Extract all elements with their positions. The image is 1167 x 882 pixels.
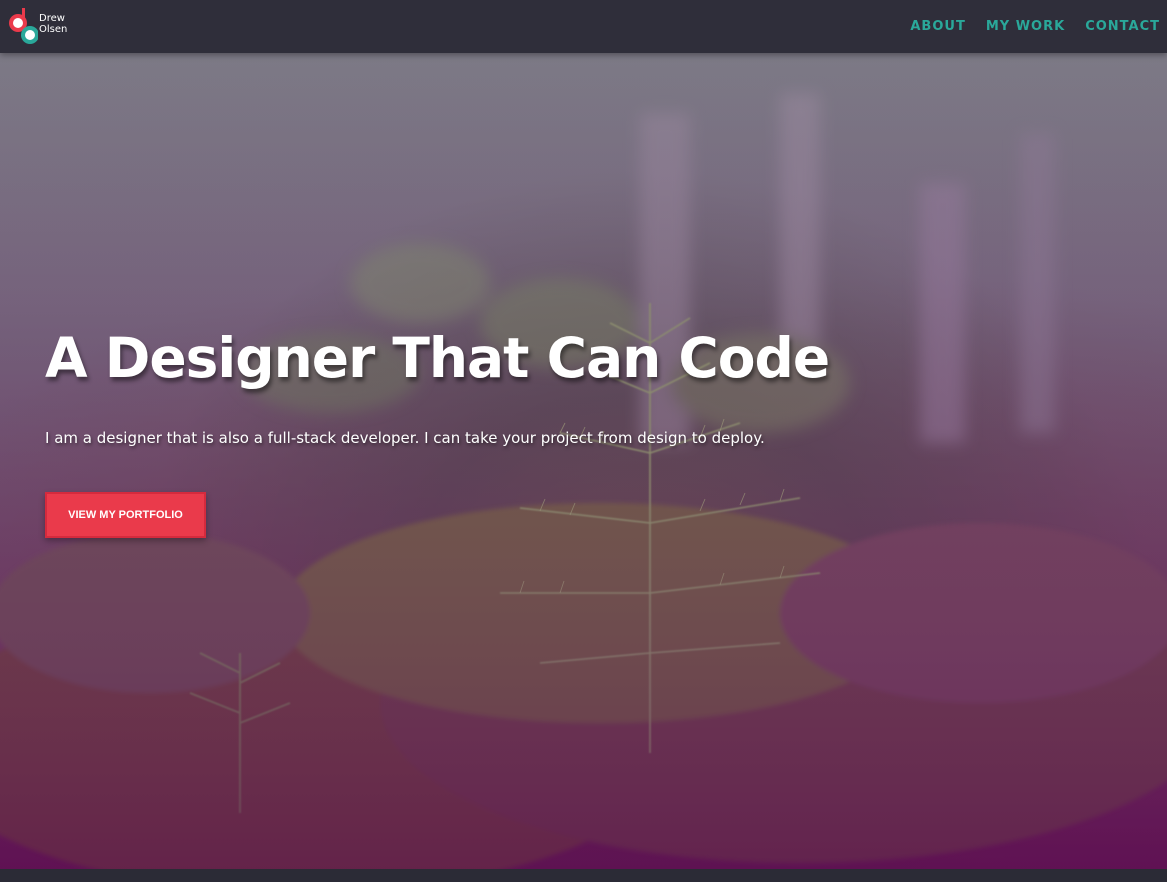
logo-text: Drew Olsen [39, 13, 67, 35]
hero-subtitle: I am a designer that is also a full-stac… [45, 429, 765, 447]
nav-link-my-work[interactable]: MY WORK [986, 19, 1065, 34]
hero-section: A Designer That Can Code I am a designer… [0, 53, 1167, 869]
logo[interactable]: Drew Olsen [8, 8, 78, 44]
hero-background-image [0, 53, 1167, 869]
logo-first-name: Drew [39, 13, 65, 24]
page-bottom-strip [0, 869, 1167, 882]
nav-link-about[interactable]: ABOUT [910, 19, 965, 34]
view-portfolio-button[interactable]: VIEW MY PORTFOLIO [45, 492, 206, 538]
logo-last-name: Olsen [39, 24, 68, 35]
logo-mark-icon [9, 8, 38, 44]
hero-title: A Designer That Can Code [45, 326, 830, 390]
nav-links: ABOUT MY WORK CONTACT [910, 0, 1160, 53]
nav-link-contact[interactable]: CONTACT [1085, 19, 1160, 34]
navbar: Drew Olsen ABOUT MY WORK CONTACT [0, 0, 1167, 53]
